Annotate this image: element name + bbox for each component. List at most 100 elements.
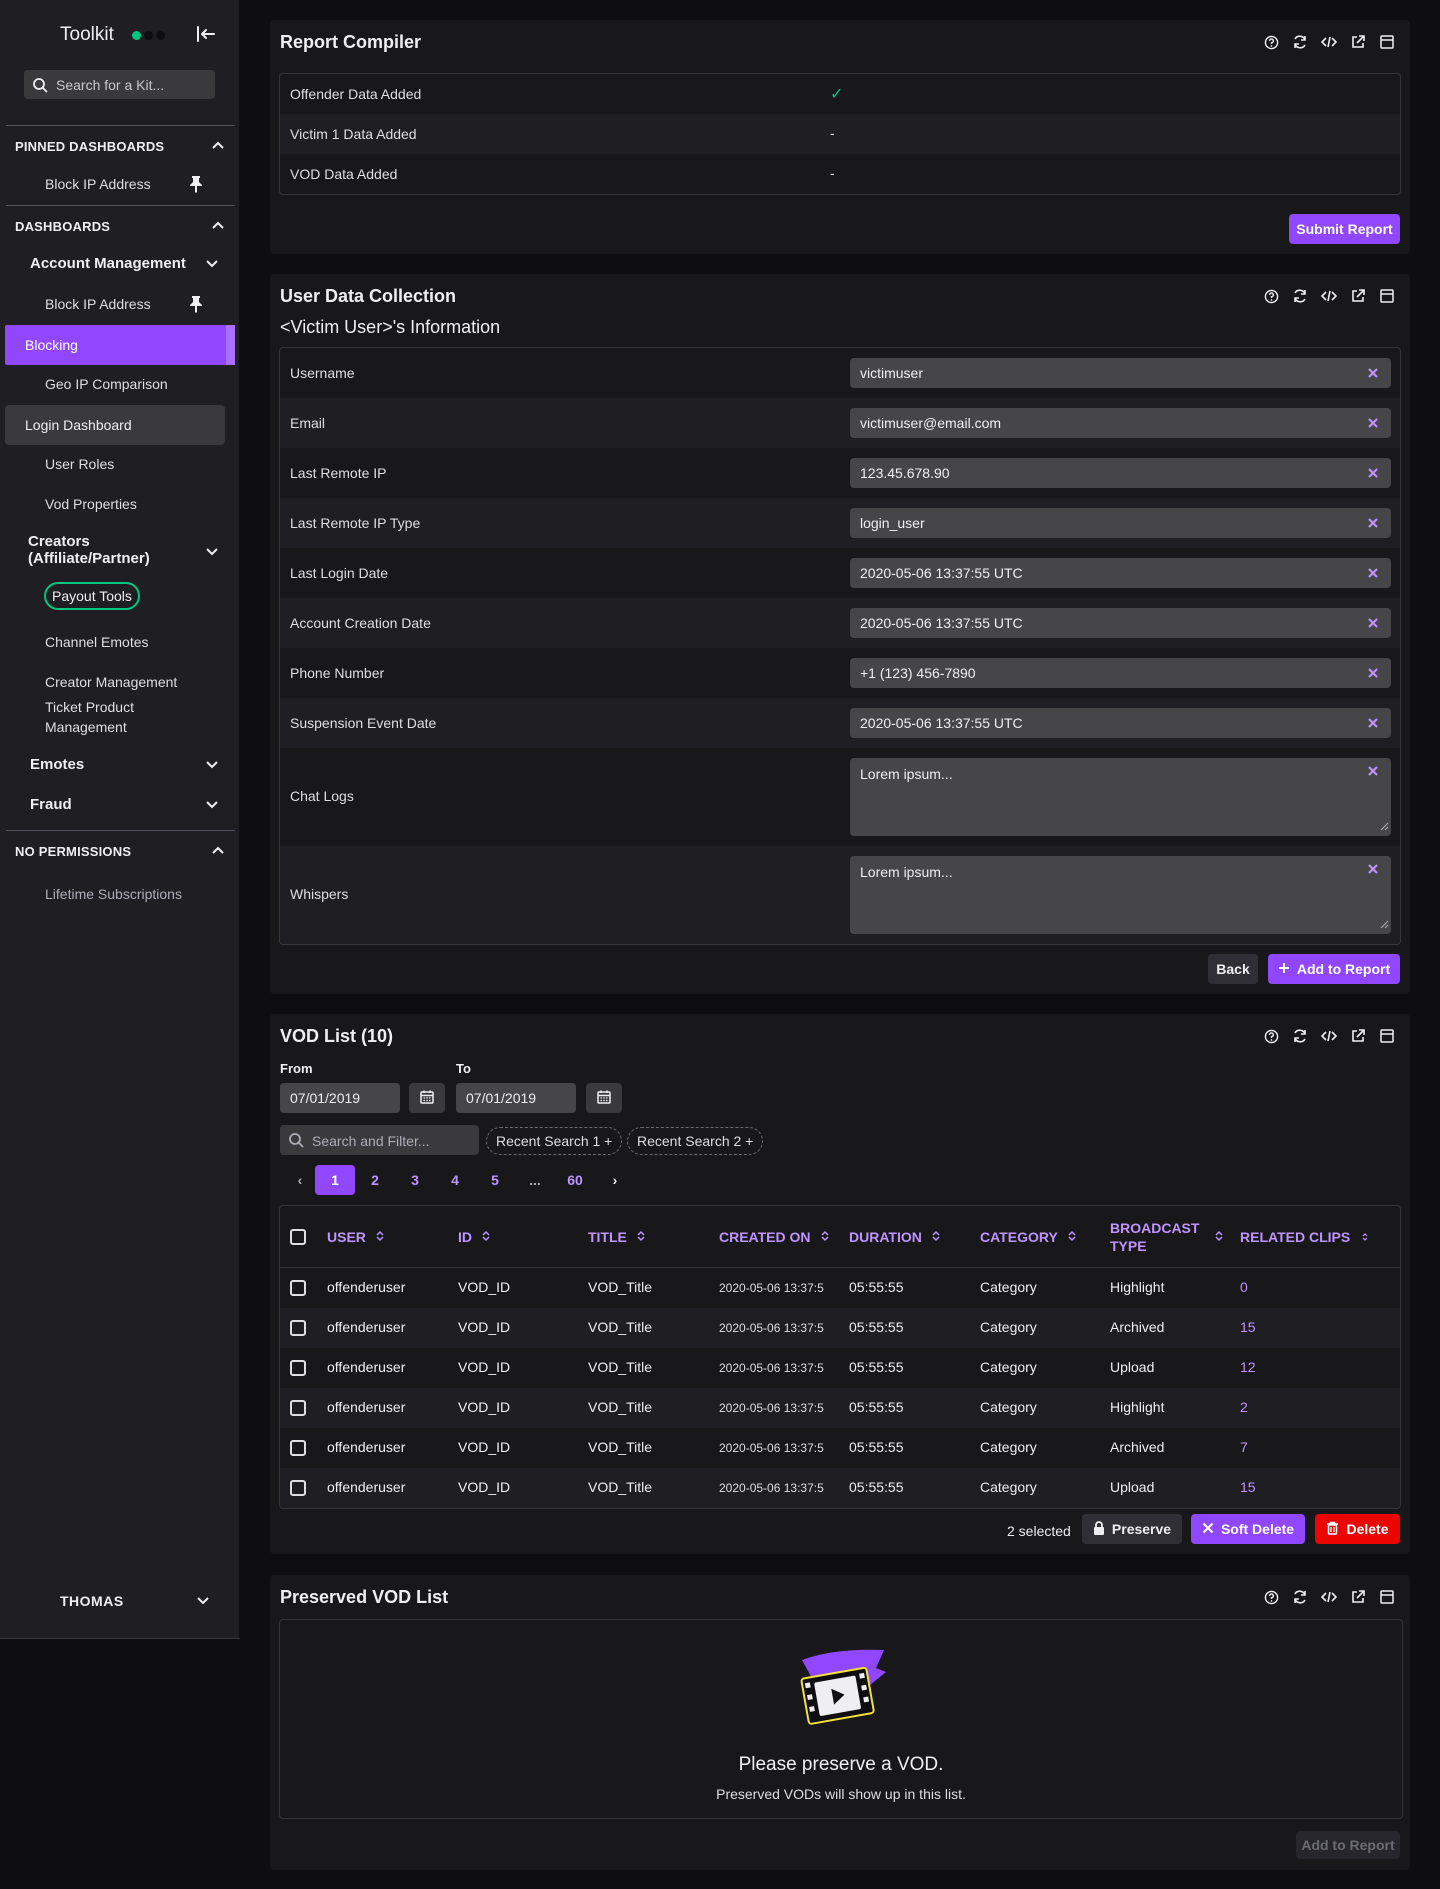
page-button[interactable]: 4 <box>435 1165 475 1195</box>
help-icon[interactable] <box>1262 33 1280 51</box>
email-field[interactable]: victimuser@email.com <box>850 408 1391 438</box>
refresh-icon[interactable] <box>1291 33 1309 51</box>
resize-grip-icon[interactable] <box>1380 916 1389 932</box>
soft-delete-button[interactable]: Soft Delete <box>1191 1514 1305 1544</box>
sidebar-item-block-ip[interactable]: Block IP Address <box>6 286 235 322</box>
last-remote-ip-type-field[interactable]: login_user <box>850 508 1391 538</box>
column-user[interactable]: USER <box>327 1206 384 1268</box>
clear-icon[interactable] <box>1367 516 1379 532</box>
cell-related-clips-link[interactable]: 2 <box>1240 1399 1248 1415</box>
sidebar-item-user-roles[interactable]: User Roles <box>6 446 235 482</box>
sidebar-item-login-dashboard[interactable]: Login Dashboard <box>5 405 225 445</box>
page-button[interactable]: 5 <box>475 1165 515 1195</box>
pin-icon[interactable] <box>189 175 203 196</box>
table-row[interactable]: offenderuser VOD_ID VOD_Title 2020-05-06… <box>280 1348 1400 1388</box>
section-no-permissions[interactable]: NO PERMISSIONS <box>6 830 235 870</box>
row-checkbox[interactable] <box>290 1400 306 1416</box>
phone-number-field[interactable]: +1 (123) 456-7890 <box>850 658 1391 688</box>
add-to-report-button[interactable]: Add to Report <box>1268 954 1400 984</box>
minimize-icon[interactable] <box>1378 1588 1396 1606</box>
user-menu[interactable]: THOMAS <box>0 1580 240 1622</box>
row-checkbox[interactable] <box>290 1280 306 1296</box>
sidebar-item-blocking[interactable]: Blocking <box>5 325 235 365</box>
minimize-icon[interactable] <box>1378 287 1396 305</box>
table-row[interactable]: offenderuser VOD_ID VOD_Title 2020-05-06… <box>280 1268 1400 1308</box>
popout-icon[interactable] <box>1349 1027 1367 1045</box>
cell-related-clips-link[interactable]: 12 <box>1240 1359 1256 1375</box>
page-button[interactable]: 60 <box>555 1165 595 1195</box>
suspension-event-date-field[interactable]: 2020-05-06 13:37:55 UTC <box>850 708 1391 738</box>
sidebar-item-payout-tools[interactable]: Payout Tools <box>44 582 140 610</box>
code-icon[interactable] <box>1320 33 1338 51</box>
collapse-sidebar-icon[interactable] <box>194 22 218 46</box>
row-checkbox[interactable] <box>290 1480 306 1496</box>
code-icon[interactable] <box>1320 287 1338 305</box>
popout-icon[interactable] <box>1349 33 1367 51</box>
refresh-icon[interactable] <box>1291 1588 1309 1606</box>
help-icon[interactable] <box>1262 1588 1280 1606</box>
last-login-date-field[interactable]: 2020-05-06 13:37:55 UTC <box>850 558 1391 588</box>
from-date-input[interactable]: 07/01/2019 <box>280 1083 400 1113</box>
table-row[interactable]: offenderuser VOD_ID VOD_Title 2020-05-06… <box>280 1308 1400 1348</box>
refresh-icon[interactable] <box>1291 287 1309 305</box>
page-button[interactable]: 1 <box>315 1165 355 1195</box>
clear-icon[interactable] <box>1367 862 1379 878</box>
group-creators[interactable]: Creators (Affiliate/Partner) <box>6 530 235 574</box>
account-creation-date-field[interactable]: 2020-05-06 13:37:55 UTC <box>850 608 1391 638</box>
column-created-on[interactable]: CREATED ON <box>719 1206 829 1268</box>
to-date-input[interactable]: 07/01/2019 <box>456 1083 576 1113</box>
back-button[interactable]: Back <box>1208 954 1258 984</box>
last-remote-ip-field[interactable]: 123.45.678.90 <box>850 458 1391 488</box>
column-title[interactable]: TITLE <box>588 1206 645 1268</box>
cell-related-clips-link[interactable]: 15 <box>1240 1479 1256 1495</box>
submit-report-button[interactable]: Submit Report <box>1289 214 1400 244</box>
table-row[interactable]: offenderuser VOD_ID VOD_Title 2020-05-06… <box>280 1428 1400 1468</box>
recent-search-chip[interactable]: Recent Search 2 + <box>627 1127 764 1155</box>
page-button[interactable]: 2 <box>355 1165 395 1195</box>
search-and-filter-input[interactable]: Search and Filter... <box>280 1125 479 1155</box>
column-related-clips[interactable]: RELATED CLIPS <box>1240 1206 1368 1268</box>
help-icon[interactable] <box>1262 1027 1280 1045</box>
clear-icon[interactable] <box>1367 616 1379 632</box>
select-all-checkbox[interactable] <box>290 1229 306 1245</box>
column-duration[interactable]: DURATION <box>849 1206 940 1268</box>
code-icon[interactable] <box>1320 1588 1338 1606</box>
delete-button[interactable]: Delete <box>1315 1514 1400 1544</box>
popout-icon[interactable] <box>1349 287 1367 305</box>
clear-icon[interactable] <box>1367 416 1379 432</box>
minimize-icon[interactable] <box>1378 33 1396 51</box>
cell-related-clips-link[interactable]: 7 <box>1240 1439 1248 1455</box>
clear-icon[interactable] <box>1367 366 1379 382</box>
from-calendar-button[interactable] <box>409 1083 445 1113</box>
row-checkbox[interactable] <box>290 1320 306 1336</box>
recent-search-chip[interactable]: Recent Search 1 + <box>486 1127 623 1155</box>
column-broadcast-type[interactable]: BROADCAST TYPE <box>1110 1206 1223 1268</box>
username-field[interactable]: victimuser <box>850 358 1391 388</box>
column-category[interactable]: CATEGORY <box>980 1206 1076 1268</box>
sidebar-item-vod-properties[interactable]: Vod Properties <box>6 486 235 522</box>
to-calendar-button[interactable] <box>586 1083 622 1113</box>
refresh-icon[interactable] <box>1291 1027 1309 1045</box>
whispers-textarea[interactable]: Lorem ipsum... <box>850 856 1391 934</box>
clear-icon[interactable] <box>1367 716 1379 732</box>
chat-logs-textarea[interactable]: Lorem ipsum... <box>850 758 1391 836</box>
prev-page-icon[interactable]: ‹ <box>280 1165 320 1195</box>
preserve-button[interactable]: Preserve <box>1082 1514 1182 1544</box>
table-row[interactable]: offenderuser VOD_ID VOD_Title 2020-05-06… <box>280 1468 1400 1508</box>
section-pinned-dashboards[interactable]: PINNED DASHBOARDS <box>6 125 235 165</box>
clear-icon[interactable] <box>1367 666 1379 682</box>
next-page-icon[interactable]: › <box>595 1165 635 1195</box>
popout-icon[interactable] <box>1349 1588 1367 1606</box>
clear-icon[interactable] <box>1367 566 1379 582</box>
group-account-management[interactable]: Account Management <box>6 245 235 283</box>
cell-related-clips-link[interactable]: 0 <box>1240 1279 1248 1295</box>
minimize-icon[interactable] <box>1378 1027 1396 1045</box>
sidebar-item-geo-ip[interactable]: Geo IP Comparison <box>6 366 235 402</box>
table-row[interactable]: offenderuser VOD_ID VOD_Title 2020-05-06… <box>280 1388 1400 1428</box>
resize-grip-icon[interactable] <box>1380 818 1389 834</box>
help-icon[interactable] <box>1262 287 1280 305</box>
clear-icon[interactable] <box>1367 764 1379 780</box>
sidebar-search-input[interactable]: Search for a Kit... <box>24 70 215 99</box>
clear-icon[interactable] <box>1367 466 1379 482</box>
row-checkbox[interactable] <box>290 1440 306 1456</box>
